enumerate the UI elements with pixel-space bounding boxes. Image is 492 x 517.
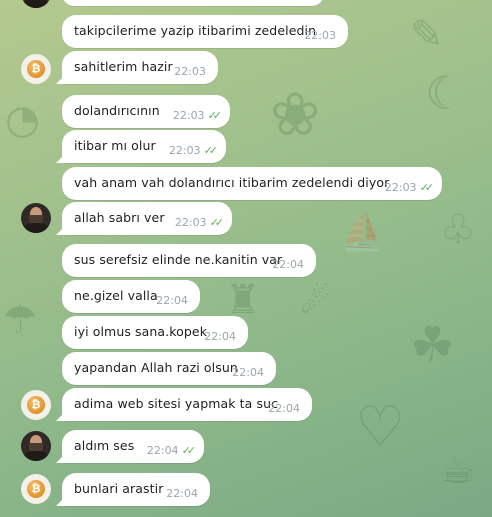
pizza-doodle-icon: ◔ (5, 97, 40, 143)
double-check-icon: ✓✓ (209, 216, 225, 229)
message-time: 22:04 (204, 330, 236, 343)
grill-doodle-icon: ☕ (440, 447, 476, 493)
bitcoin-avatar-icon[interactable]: ₿ (21, 390, 51, 420)
double-check-icon: ✓✓ (419, 181, 435, 194)
paperclip-doodle-icon: ✎ (410, 12, 444, 58)
message-meta: 22:03 ✓✓ (168, 144, 219, 157)
message-meta: 22:03 ✓✓ (174, 216, 225, 229)
chat-area[interactable]: ✎ ☾ ❀ ♧ ⛵ ♜ ☄ ☘ ♡ ☕ ☂ ◔ takipcilerime ya… (0, 0, 492, 517)
message-bubble[interactable]: sus serefsiz elinde ne.kanitin var 22:04 (62, 244, 316, 277)
message-text: adima web sitesi yapmak ta suc (74, 396, 279, 411)
message-bubble[interactable]: iyi olmus sana.kopek 22:04 (62, 316, 248, 349)
message-meta: 22:03 ✓✓ (172, 109, 223, 122)
person-avatar-icon[interactable] (21, 431, 51, 461)
message-meta: 22:03 ✓✓ (384, 181, 435, 194)
message-bubble-partial (62, 0, 324, 6)
message-time: 22:03 (384, 181, 417, 194)
double-check-icon: ✓✓ (203, 144, 219, 157)
message-bubble[interactable]: dolandırıcının 22:03 ✓✓ (62, 95, 230, 128)
message-text: sahitlerim hazir (74, 59, 173, 74)
message-time: 22:04 (146, 444, 179, 457)
bitcoin-glyph: ₿ (27, 60, 45, 78)
umbrella-doodle-icon: ☂ (2, 297, 38, 343)
message-bubble[interactable]: bunlari arastir 22:04 (62, 473, 210, 506)
message-bubble[interactable]: sahitlerim hazir 22:03 (62, 51, 218, 84)
message-text: vah anam vah dolandırıcı itibarim zedele… (74, 175, 390, 190)
tennis-racket-doodle-icon: ♧ (440, 207, 476, 253)
message-time: 22:03 (174, 216, 207, 229)
message-bubble[interactable]: adima web sitesi yapmak ta suc 22:04 (62, 388, 312, 421)
message-text: itibar mı olur (74, 138, 156, 153)
message-text: sus serefsiz elinde ne.kanitin var (74, 252, 283, 267)
message-text: dolandırıcının (74, 103, 160, 118)
message-text: allah sabrı ver (74, 210, 165, 225)
bitcoin-avatar-icon[interactable]: ₿ (21, 474, 51, 504)
message-time: 22:03 (174, 65, 206, 78)
double-check-icon: ✓✓ (181, 444, 197, 457)
message-time: 22:03 (304, 29, 336, 42)
fish-doodle-icon: ❀ (270, 80, 321, 150)
person-avatar-icon[interactable] (21, 0, 51, 8)
bitcoin-glyph: ₿ (27, 480, 45, 498)
message-time: 22:04 (166, 487, 198, 500)
message-text: yapandan Allah razi olsun (74, 360, 238, 375)
message-text: bunlari arastir (74, 481, 164, 496)
whale-doodle-icon: ♡ (355, 395, 406, 460)
message-meta: 22:04 ✓✓ (146, 444, 197, 457)
bitcoin-avatar-icon[interactable]: ₿ (21, 54, 51, 84)
message-bubble[interactable]: ne.gizel valla 22:04 (62, 280, 200, 313)
message-bubble[interactable]: itibar mı olur 22:03 ✓✓ (62, 130, 226, 163)
message-time: 22:03 (172, 109, 205, 122)
bitcoin-glyph: ₿ (27, 396, 45, 414)
person-avatar-icon[interactable] (21, 203, 51, 233)
message-bubble[interactable]: vah anam vah dolandırıcı itibarim zedele… (62, 167, 442, 200)
message-time: 22:04 (232, 366, 264, 379)
message-time: 22:04 (268, 402, 300, 415)
message-bubble[interactable]: takipcilerime yazip itibarimi zedeledin … (62, 15, 348, 48)
boat-doodle-icon: ⛵ (340, 212, 385, 253)
message-time: 22:03 (168, 144, 201, 157)
message-text: ne.gizel valla (74, 288, 158, 303)
message-text: iyi olmus sana.kopek (74, 324, 208, 339)
message-bubble[interactable]: aldım ses 22:04 ✓✓ (62, 430, 204, 463)
cat-doodle-icon: ☾ (425, 66, 467, 120)
message-text: takipcilerime yazip itibarimi zedeledin (74, 23, 317, 38)
ufo-doodle-icon: ☄ (300, 282, 331, 322)
dino-doodle-icon: ☘ (410, 316, 455, 374)
message-bubble[interactable]: yapandan Allah razi olsun 22:04 (62, 352, 276, 385)
double-check-icon: ✓✓ (207, 109, 223, 122)
message-time: 22:04 (272, 258, 304, 271)
castle-doodle-icon: ♜ (225, 277, 261, 323)
message-text: aldım ses (74, 438, 135, 453)
message-time: 22:04 (156, 294, 188, 307)
message-bubble[interactable]: allah sabrı ver 22:03 ✓✓ (62, 202, 232, 235)
